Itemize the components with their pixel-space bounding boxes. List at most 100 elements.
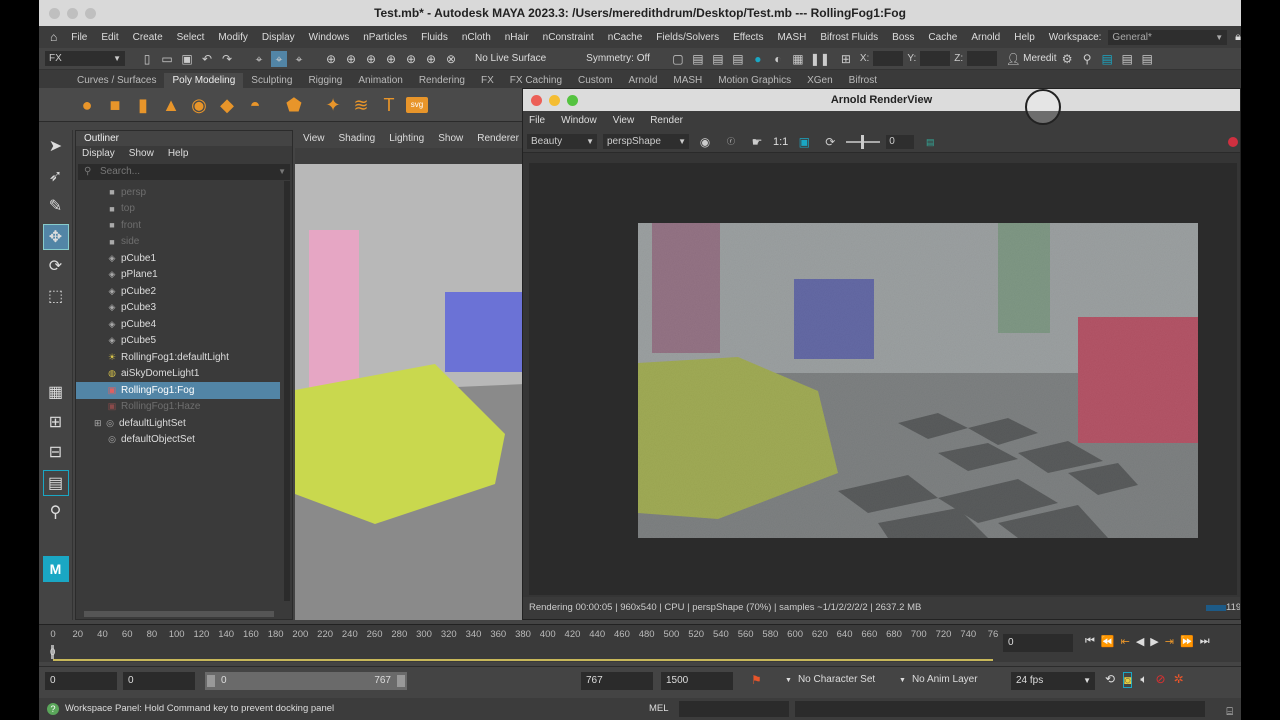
outliner-item-pcube5[interactable]: ◈ pCube5 [76, 333, 292, 350]
menu-nconstraint[interactable]: nConstraint [536, 32, 601, 43]
step-forward-frame-icon[interactable]: ⇥ [1165, 635, 1174, 648]
scene-start-field[interactable]: 0 [45, 672, 117, 690]
play-forwards-icon[interactable]: ▶ [1150, 635, 1158, 648]
menu-bifrost-fluids[interactable]: Bifrost Fluids [813, 32, 885, 43]
x-field[interactable] [873, 51, 904, 66]
home-icon[interactable]: ⌂ [43, 30, 64, 44]
move-tool-icon[interactable]: ✥ [42, 224, 69, 250]
current-frame-field[interactable]: 0 [1003, 634, 1073, 652]
redo-icon[interactable]: ↷ [219, 51, 235, 67]
select-hierarchy-icon[interactable]: ⌖ [251, 51, 267, 67]
camera-dropdown[interactable]: perspShape ▼ [603, 134, 689, 149]
menu-fields-solvers[interactable]: Fields/Solvers [649, 32, 726, 43]
viewport-menu-lighting[interactable]: Lighting [389, 130, 424, 148]
outliner-vertical-scrollbar[interactable] [284, 181, 290, 601]
tool-settings-icon[interactable]: ▤ [1119, 51, 1135, 67]
poly-cylinder-icon[interactable]: ▮ [132, 94, 154, 116]
undo-icon[interactable]: ↶ [199, 51, 215, 67]
ipr-render-icon[interactable]: ▤ [710, 51, 726, 67]
modeling-toolkit-icon[interactable]: ⚙ [1059, 51, 1075, 67]
range-slider-start-handle[interactable] [207, 675, 215, 687]
sound-icon[interactable]: 🔈︎ [1140, 672, 1147, 688]
menu-help[interactable]: Help [1007, 32, 1042, 43]
exposure-slider-handle[interactable] [861, 134, 865, 149]
chevron-down-icon[interactable]: ▼ [278, 164, 286, 180]
renderview-menu-file[interactable]: File [529, 111, 545, 131]
shelf-tab-curves-surfaces[interactable]: Curves / Surfaces [69, 73, 164, 88]
loop-icon[interactable]: ⟲ [1105, 672, 1115, 688]
menu-mash[interactable]: MASH [770, 32, 813, 43]
z-field[interactable] [967, 51, 998, 66]
anim-preferences-icon[interactable]: ✲ [1174, 672, 1184, 688]
select-object-icon[interactable]: ⌖ [271, 50, 287, 67]
color-picker-icon[interactable]: ☛ [749, 134, 765, 150]
menu-arnold[interactable]: Arnold [964, 32, 1007, 43]
outliner-item-persp[interactable]: ■ persp [76, 184, 292, 201]
viewport-menu-renderer[interactable]: Renderer [477, 130, 519, 148]
type-icon[interactable]: T [378, 94, 400, 116]
range-slider-end-handle[interactable] [397, 675, 405, 687]
time-slider[interactable]: 0 20 40 60 80 100 120 140 160 180 200 220 240 260 280 3… [39, 624, 1241, 662]
render-settings-icon[interactable]: ▤ [730, 51, 746, 67]
hypershade-icon[interactable]: ● [750, 51, 766, 67]
shelf-tab-bifrost[interactable]: Bifrost [841, 73, 885, 88]
svg-icon[interactable]: svg [406, 96, 428, 113]
frame-all-icon[interactable]: ▣ [796, 134, 812, 150]
poly-cone-icon[interactable]: ▲ [160, 94, 182, 116]
cache-playback-icon[interactable]: ◙ [1123, 672, 1133, 688]
viewport-menu-show[interactable]: Show [438, 130, 463, 148]
shelf-tab-sculpting[interactable]: Sculpting [243, 73, 300, 88]
viewport-menu-view[interactable]: View [303, 130, 325, 148]
renderview-titlebar[interactable]: Arnold RenderView [523, 89, 1240, 111]
outliner-item-defaultlight[interactable]: ☀ RollingFog1:defaultLight [76, 349, 292, 366]
outliner-search-input[interactable]: ⚲ Search... ▼ [78, 164, 290, 180]
expand-icon[interactable]: ⊞ [94, 418, 104, 429]
mel-label[interactable]: MEL [649, 698, 669, 720]
snap-view-icon[interactable]: ⊕ [383, 51, 399, 67]
anim-end-field[interactable]: 767 [581, 672, 653, 690]
outliner-horizontal-scrollbar[interactable] [84, 611, 274, 617]
save-scene-icon[interactable]: ▣ [179, 51, 195, 67]
rgb-channels-icon[interactable]: ⓡ [723, 134, 739, 150]
log-icon[interactable]: ▤ [922, 134, 938, 150]
step-forward-key-icon[interactable]: ⏩ [1180, 635, 1194, 648]
outliner-item-top[interactable]: ■ top [76, 201, 292, 218]
menu-ncloth[interactable]: nCloth [455, 32, 498, 43]
poly-sphere-icon[interactable]: ● [76, 94, 98, 116]
poly-disc-icon[interactable]: ◓ [244, 94, 266, 116]
exposure-slider[interactable] [846, 134, 881, 149]
menu-nparticles[interactable]: nParticles [356, 32, 414, 43]
renderview-menu-render[interactable]: Render [650, 111, 683, 131]
channel-box-icon[interactable]: ▤ [1139, 51, 1155, 67]
select-tool-icon[interactable]: ➤ [43, 134, 69, 160]
outliner-item-side[interactable]: ■ side [76, 234, 292, 251]
lasso-tool-icon[interactable]: ➶ [43, 164, 69, 190]
fps-dropdown[interactable]: 24 fps ▼ [1011, 672, 1095, 690]
persp-viewport[interactable]: View Shading Lighting Show Renderer [295, 130, 525, 620]
aov-dropdown[interactable]: Beauty ▼ [527, 134, 597, 149]
outliner-item-defaultobjectset[interactable]: ◎ defaultObjectSet [76, 432, 292, 449]
snap-grid-icon[interactable]: ⊕ [323, 51, 339, 67]
poly-plane-icon[interactable]: ◆ [216, 94, 238, 116]
shelf-tab-fx-caching[interactable]: FX Caching [502, 73, 570, 88]
render-frame-icon[interactable]: ▢ [670, 51, 686, 67]
menu-fluids[interactable]: Fluids [414, 32, 455, 43]
minimize-renderview-button[interactable] [549, 95, 560, 106]
persp-outliner-layout-icon[interactable]: ▤ [42, 470, 69, 496]
paint-select-icon[interactable]: ✎ [43, 194, 69, 220]
outliner-item-pplane1[interactable]: ◈ pPlane1 [76, 267, 292, 284]
snap-edge-icon[interactable]: ⊕ [423, 51, 439, 67]
render-sequence-icon[interactable]: ▦ [790, 51, 806, 67]
symmetry-dropdown[interactable]: Symmetry: Off [586, 53, 650, 64]
anim-start-field[interactable]: 0 [123, 672, 195, 690]
shelf-tab-rigging[interactable]: Rigging [300, 73, 350, 88]
snap-surface-icon[interactable]: ⊕ [403, 51, 419, 67]
transform-input-icon[interactable]: ⊞ [838, 51, 854, 67]
outliner-item-pcube2[interactable]: ◈ pCube2 [76, 283, 292, 300]
step-back-key-icon[interactable]: ⏪ [1101, 635, 1115, 648]
outliner-item-fog[interactable]: ▣ RollingFog1:Fog [76, 382, 280, 399]
play-backwards-icon[interactable]: ◀ [1136, 635, 1144, 648]
arnold-render-icon[interactable]: ◐ [770, 51, 786, 67]
scale-tool-icon[interactable]: ⬚ [43, 284, 69, 310]
character-set-dropdown[interactable]: ▼ No Character Set [785, 674, 875, 685]
